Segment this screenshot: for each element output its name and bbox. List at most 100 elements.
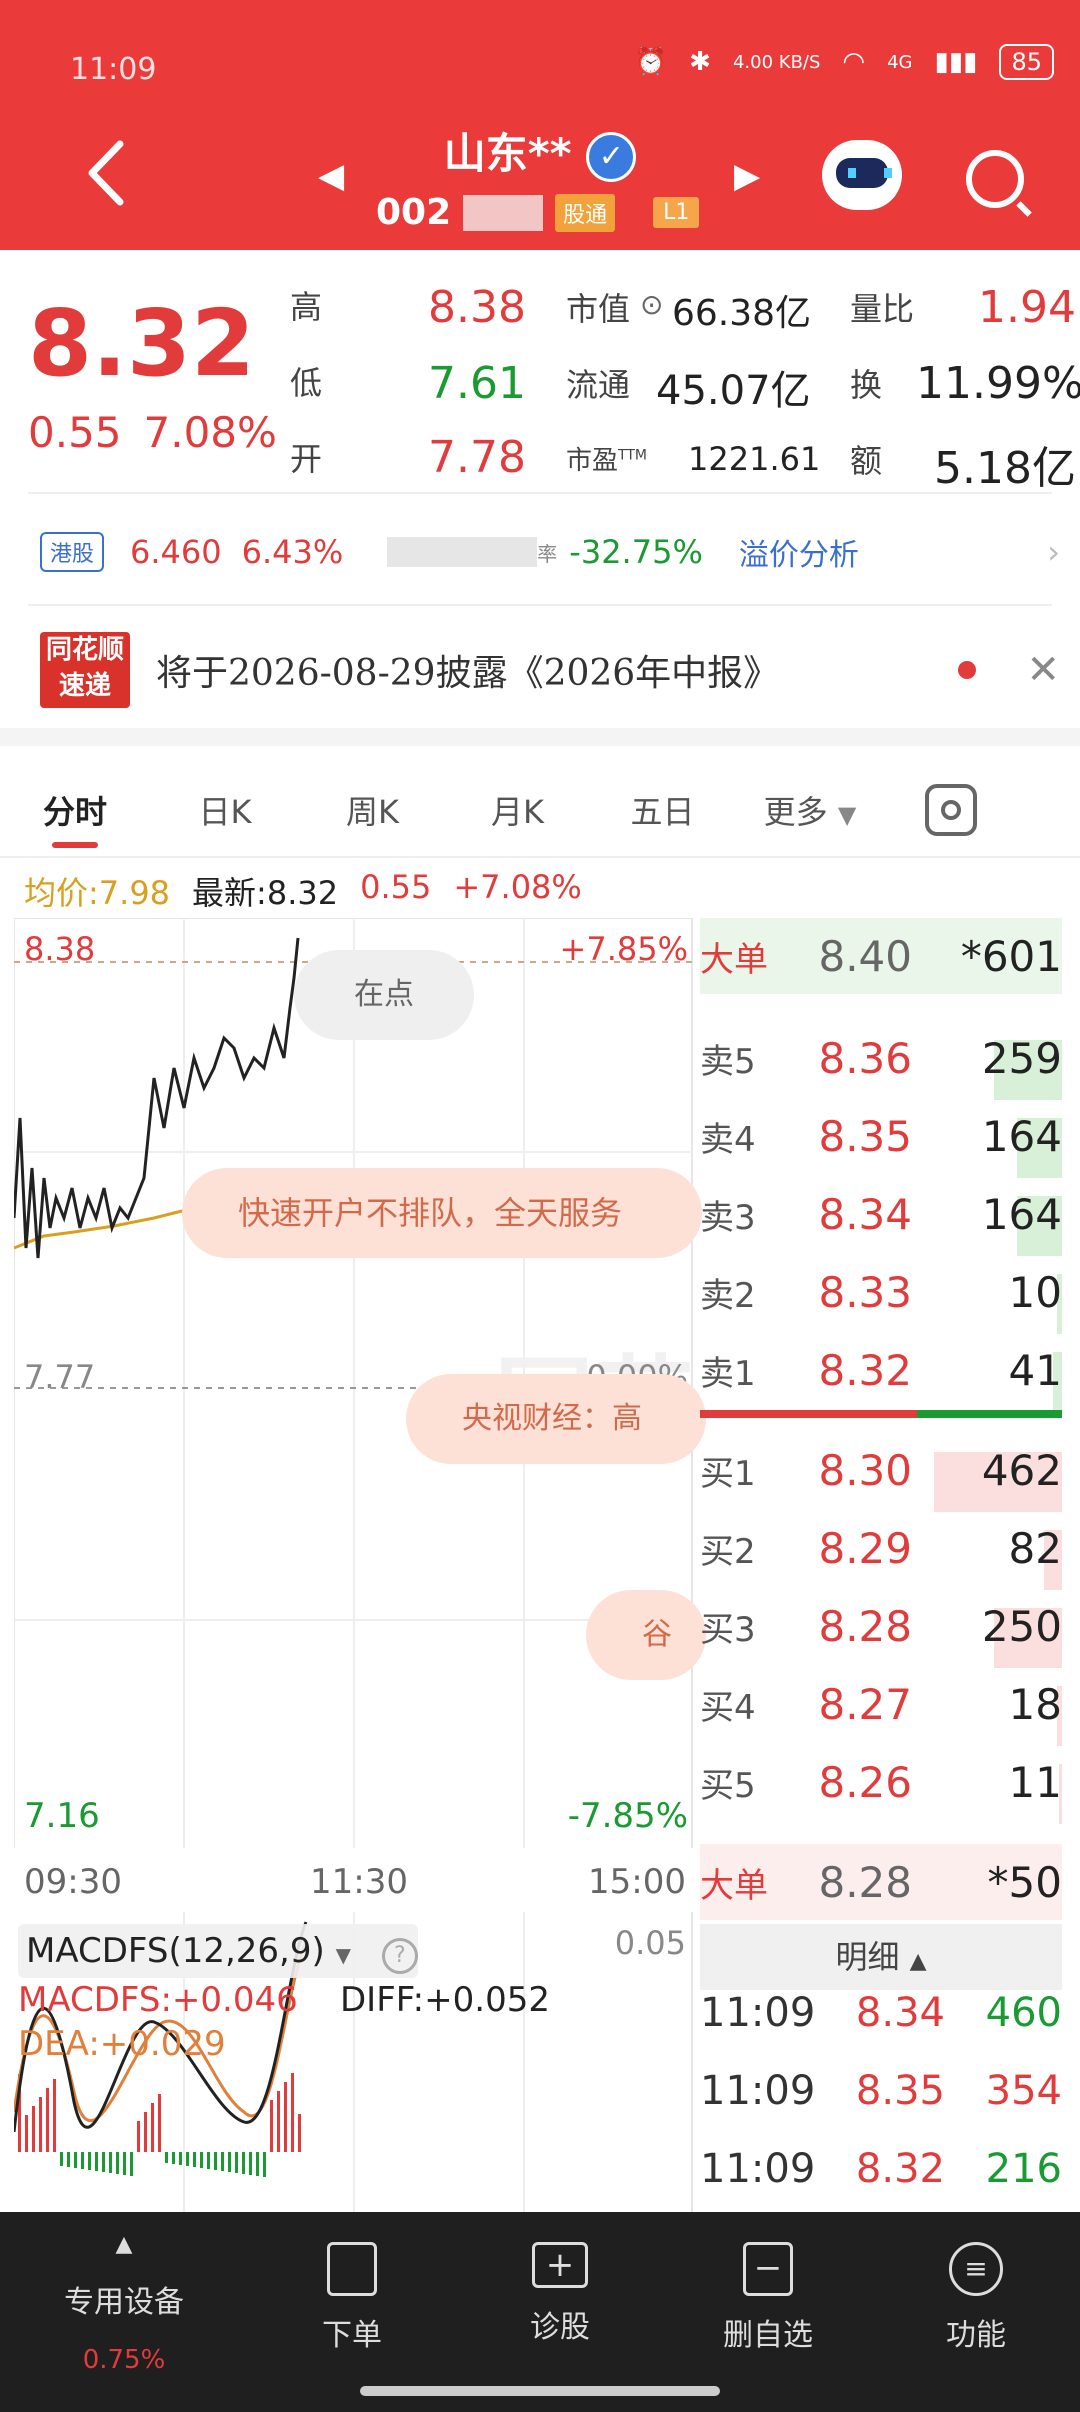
macd-bar [53, 2079, 56, 2152]
chart-high: 8.38 [24, 930, 96, 968]
macd-selector[interactable]: MACDFS(12,26,9) ▼ ? [18, 1924, 418, 1978]
chevron-right-icon: › [1047, 533, 1060, 571]
sell-vol: 164 [912, 1190, 1062, 1256]
settings-hex-icon[interactable] [925, 784, 977, 836]
sell-row[interactable]: 卖1 8.32 41 [700, 1332, 1062, 1412]
sell-price: 8.32 [818, 1345, 912, 1395]
bottom-toolbar: ▲ 专用设备 0.75% 下单 + 诊股 − 删自选 ≡ 功能 [0, 2212, 1080, 2412]
next-stock-icon[interactable]: ▶ [734, 156, 760, 196]
macd-panel[interactable]: MACDFS(12,26,9) ▼ ? 0.05 MACDFS:+0.046 D… [14, 1912, 694, 2212]
tab-weekly-k[interactable]: 周K [300, 787, 445, 833]
sell-price: 8.35 [818, 1111, 912, 1161]
sell-row[interactable]: 卖3 8.34 164 [700, 1176, 1062, 1256]
macd-bar [214, 2152, 217, 2170]
header-bar: 11:09 ⏰ ✱ 4.00 KB/S ◠ 4G ▮▮▮ 85 ◀ 山东** ✓… [0, 0, 1080, 250]
news-ticker[interactable]: 同花顺 速递 将于2026-08-29披露《2026年中报》 ✕ [40, 620, 1060, 720]
tab-indicator [52, 842, 98, 848]
macd-bar [116, 2152, 119, 2174]
wifi-icon: ◠ [842, 47, 866, 77]
macd-bar [186, 2152, 189, 2166]
ad-bubble[interactable]: 快速开户不排队，全天服务 [182, 1168, 702, 1258]
macd-bar [221, 2152, 224, 2171]
buy-vol: 82 [912, 1524, 1062, 1590]
macd-bar [109, 2152, 112, 2173]
functions-button[interactable]: ≡ 功能 [886, 2242, 1066, 2354]
info-icon[interactable]: ⊙ [640, 288, 663, 321]
search-icon[interactable] [966, 150, 1024, 208]
tab-more[interactable]: 更多 ▼ [735, 787, 885, 833]
label-high: 高 [290, 288, 323, 326]
premium-analysis-link[interactable]: 溢价分析 [739, 530, 859, 574]
diagnose-button[interactable]: + 诊股 [470, 2242, 650, 2346]
label-turnover: 换 [850, 366, 883, 404]
buy-vol-text: 18 [1008, 1679, 1062, 1729]
sell-label: 卖1 [700, 1353, 756, 1394]
hk-share-row[interactable]: 港股 6.460 6.43% 率 -32.75% 溢价分析 › [40, 520, 1060, 584]
sell-price: 8.33 [818, 1267, 912, 1317]
chart-prev: 7.77 [24, 1358, 96, 1396]
macd-diff: DIFF:+0.052 [340, 1980, 550, 2020]
section-gap [0, 728, 1080, 746]
buy-row[interactable]: 买1 8.30 462 [700, 1432, 1062, 1512]
order-button[interactable]: 下单 [262, 2242, 442, 2354]
sell-row[interactable]: 卖5 8.36 259 [700, 1020, 1062, 1100]
macd-bar [165, 2152, 168, 2163]
value-open: 7.78 [428, 432, 526, 483]
sell-vol-text: 164 [981, 1111, 1062, 1161]
divider [28, 604, 1052, 606]
dropdown-icon: ▼ [335, 1943, 351, 1967]
stock-connect-tag[interactable]: 股通 [555, 193, 616, 232]
sell-row[interactable]: 卖4 8.35 164 [700, 1098, 1062, 1178]
floating-bubble[interactable]: 在点 [294, 950, 474, 1040]
industry-button[interactable]: ▲ 专用设备 0.75% [34, 2232, 214, 2375]
assistant-robot-icon[interactable] [822, 140, 902, 210]
help-icon[interactable]: ? [381, 1938, 418, 1974]
home-indicator[interactable] [360, 2386, 720, 2396]
buy-vol-text: 462 [981, 1445, 1062, 1495]
premium-label: 率 [537, 541, 558, 566]
news-logo-top: 同花顺 [45, 635, 124, 665]
sell-vol: 259 [912, 1034, 1062, 1100]
big-buy-label: 大单 [700, 1865, 768, 1906]
change-value: 0.55 [28, 408, 122, 457]
remove-watchlist-button[interactable]: − 删自选 [678, 2242, 858, 2354]
news-bubble-2[interactable]: 谷 [586, 1590, 706, 1680]
signal-icon: ▮▮▮ [934, 47, 978, 77]
info-pct: +7.08% [453, 868, 582, 906]
detail-row: 11:09 8.32 216 [700, 2146, 1062, 2192]
tab-intraday[interactable]: 分时 [0, 787, 150, 833]
big-sell-price: 8.40 [818, 931, 912, 981]
close-icon[interactable]: ✕ [1026, 647, 1060, 693]
buy-row[interactable]: 买2 8.29 82 [700, 1510, 1062, 1590]
price-change: 0.55 7.08% [28, 408, 299, 457]
detail-price: 8.34 [855, 1990, 945, 2036]
detail-time: 11:09 [700, 1990, 816, 2036]
intraday-chart[interactable]: 同花顺 8.38 +7.85% 7.77 0.00% 7.16 -7.85% 在… [14, 918, 706, 1848]
sell-row[interactable]: 卖2 8.33 10 [700, 1254, 1062, 1334]
detail-time: 11:09 [700, 2146, 816, 2192]
macd-scale: 0.05 [614, 1924, 686, 1962]
sell-vol: 10 [912, 1268, 1062, 1334]
label-float: 流通 [566, 366, 631, 404]
macd-bar [102, 2152, 105, 2172]
buy-row[interactable]: 买3 8.28 250 [700, 1588, 1062, 1668]
hk-pct: 6.43% [241, 533, 344, 571]
big-buy-row: 大单 8.28 *50 [700, 1844, 1062, 1920]
buy-row[interactable]: 买5 8.26 11 [700, 1744, 1062, 1824]
hk-price: 6.460 [130, 533, 222, 571]
functions-label: 功能 [946, 2318, 1006, 2353]
time-mid: 11:30 [310, 1862, 408, 1902]
sell-price: 8.36 [818, 1033, 912, 1083]
code-mask [463, 194, 544, 231]
big-buy-price: 8.28 [818, 1857, 912, 1907]
tab-five-day[interactable]: 五日 [590, 787, 735, 833]
tab-monthly-k[interactable]: 月K [445, 787, 590, 833]
tab-daily-k[interactable]: 日K [150, 787, 300, 833]
macd-bar [130, 2152, 133, 2176]
buy-row[interactable]: 买4 8.27 18 [700, 1666, 1062, 1746]
buy-label: 买2 [700, 1531, 756, 1572]
news-bubble[interactable]: 央视财经：高 [406, 1374, 706, 1464]
detail-header[interactable]: 明细 ▲ [700, 1924, 1062, 1990]
label-open: 开 [290, 440, 323, 478]
level-tag[interactable]: L1 [653, 197, 700, 228]
